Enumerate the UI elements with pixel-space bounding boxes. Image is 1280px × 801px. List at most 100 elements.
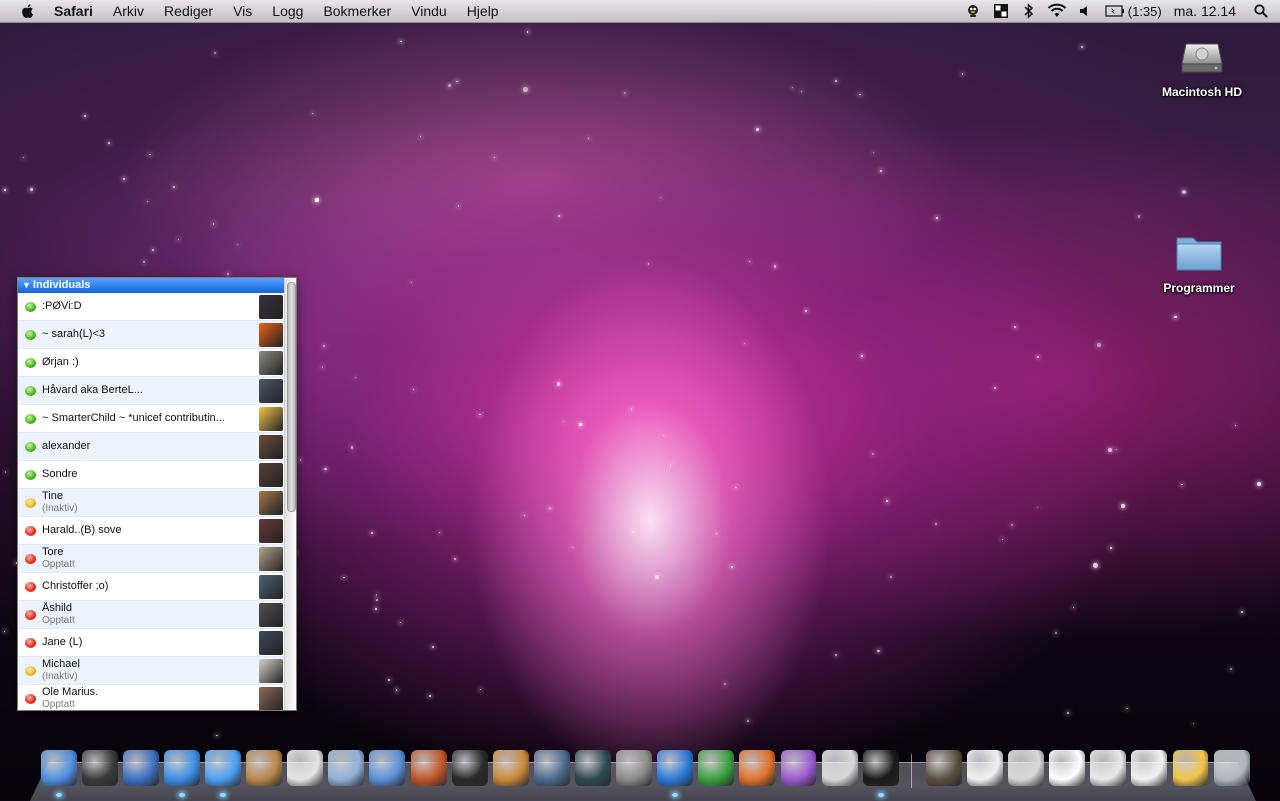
dock-time-machine-icon[interactable] bbox=[575, 750, 611, 786]
spaces-icon[interactable] bbox=[990, 0, 1012, 22]
menu-hjelp[interactable]: Hjelp bbox=[457, 0, 509, 22]
wifi-icon[interactable] bbox=[1046, 0, 1068, 22]
menu-logg[interactable]: Logg bbox=[262, 0, 313, 22]
dock-itunes-icon[interactable] bbox=[369, 750, 406, 786]
dock-ichat-icon[interactable] bbox=[205, 750, 241, 797]
volume-icon[interactable] bbox=[1074, 0, 1096, 22]
adium-duck-icon[interactable] bbox=[962, 0, 984, 22]
star bbox=[453, 557, 456, 560]
star bbox=[1092, 563, 1098, 568]
group-header-individuals[interactable]: ▼ Individuals bbox=[18, 278, 284, 293]
dock-photo-booth-icon[interactable] bbox=[410, 750, 447, 786]
star bbox=[526, 31, 529, 33]
menu-vindu[interactable]: Vindu bbox=[401, 0, 457, 22]
dock-smarterchild-stack-icon[interactable] bbox=[1172, 750, 1209, 786]
dock-garageband-icon[interactable] bbox=[492, 750, 529, 786]
star bbox=[1181, 189, 1187, 195]
star bbox=[748, 261, 750, 263]
menu-bokmerker[interactable]: Bokmerker bbox=[313, 0, 401, 22]
dock-word-icon[interactable] bbox=[657, 750, 694, 797]
buddy-row[interactable]: Ørjan :) bbox=[18, 349, 284, 377]
dock-address-book-icon[interactable] bbox=[246, 750, 283, 786]
dock-entourage-icon[interactable] bbox=[780, 750, 817, 786]
buddy-row[interactable]: ~ SmarterChild ~ *unicef contributin... bbox=[18, 405, 284, 433]
dock-screenshot-document-icon[interactable] bbox=[1090, 750, 1127, 786]
star bbox=[1229, 668, 1232, 671]
bluetooth-icon[interactable] bbox=[1018, 0, 1040, 22]
dock bbox=[38, 744, 1252, 800]
dock-adium-icon[interactable] bbox=[862, 750, 899, 797]
dock-imovie-icon[interactable] bbox=[451, 750, 488, 786]
buddy-row[interactable]: Håvard aka BerteL... bbox=[18, 377, 284, 405]
dock-downloads-stack-icon[interactable] bbox=[925, 750, 962, 786]
buddy-row[interactable]: Ole Marius. Opptatt bbox=[18, 685, 284, 710]
star bbox=[800, 90, 803, 93]
star bbox=[146, 200, 149, 203]
star bbox=[1174, 315, 1177, 318]
buddy-name: Jane (L) bbox=[42, 636, 83, 648]
desktop-icon-label: Macintosh HD bbox=[1161, 85, 1242, 99]
buddy-row[interactable]: Tine (Inaktiv) bbox=[18, 489, 284, 517]
buddy-row[interactable]: Jane (L) bbox=[18, 629, 284, 657]
desktop-icon-macintosh-hd[interactable]: Macintosh HD bbox=[1142, 30, 1262, 99]
battery-status[interactable]: (1:35) bbox=[1105, 4, 1162, 19]
star bbox=[236, 243, 238, 245]
dock-rtf-document-icon[interactable] bbox=[966, 750, 1003, 786]
star bbox=[438, 531, 440, 533]
menu-rediger[interactable]: Rediger bbox=[154, 0, 223, 22]
dock-image-stack-icon[interactable] bbox=[1008, 750, 1044, 786]
dock-textedit-icon[interactable] bbox=[821, 750, 858, 786]
dock-powerpoint-icon[interactable] bbox=[739, 750, 776, 786]
battery-icon bbox=[1105, 5, 1124, 17]
dock-dashboard-icon[interactable] bbox=[81, 750, 118, 786]
buddy-row[interactable]: :PØVi:D bbox=[18, 293, 284, 321]
star bbox=[431, 645, 434, 648]
buddy-avatar bbox=[259, 687, 283, 710]
dock-ical-icon[interactable] bbox=[287, 750, 324, 786]
buddy-name: Tine bbox=[42, 490, 63, 502]
buddy-row[interactable]: Sondre bbox=[18, 461, 284, 489]
dock-spaces-icon[interactable] bbox=[533, 750, 570, 786]
star bbox=[355, 376, 357, 378]
dock-mail-icon[interactable] bbox=[122, 750, 159, 786]
scrollbar-thumb[interactable] bbox=[287, 282, 296, 512]
menu-clock[interactable]: ma. 12.14 bbox=[1174, 3, 1236, 19]
menu-app-name[interactable]: Safari bbox=[48, 0, 103, 22]
star bbox=[1037, 506, 1039, 508]
star bbox=[315, 198, 320, 203]
status-dot-icon bbox=[25, 666, 36, 676]
dock-word-document-icon[interactable] bbox=[1049, 750, 1086, 786]
desktop-icon-programmer[interactable]: Programmer bbox=[1139, 230, 1259, 295]
buddy-row[interactable]: alexander bbox=[18, 433, 284, 461]
buddy-row[interactable]: Harald..(B) sove bbox=[18, 517, 284, 545]
star bbox=[743, 342, 746, 345]
folder-icon bbox=[1176, 237, 1222, 271]
dock-safari-icon[interactable] bbox=[163, 750, 200, 797]
buddy-row[interactable]: Christoffer ;o) bbox=[18, 573, 284, 601]
dock-finder-icon[interactable] bbox=[40, 750, 77, 797]
buddy-row[interactable]: ~ sarah(L)<3 bbox=[18, 321, 284, 349]
dock-trash-icon[interactable] bbox=[1213, 750, 1250, 786]
buddy-row[interactable]: Åshild Opptatt bbox=[18, 601, 284, 629]
star bbox=[1067, 711, 1070, 714]
dock-iphoto-icon[interactable] bbox=[328, 750, 365, 786]
menu-vis[interactable]: Vis bbox=[223, 0, 262, 22]
buddy-list-scrollbar[interactable] bbox=[284, 278, 296, 710]
apple-icon[interactable] bbox=[20, 3, 36, 19]
dock-window-document-icon[interactable] bbox=[1131, 750, 1168, 786]
star bbox=[859, 93, 862, 96]
star bbox=[324, 467, 327, 471]
dock-system-preferences-icon[interactable] bbox=[616, 750, 653, 786]
menu-arkiv[interactable]: Arkiv bbox=[103, 0, 154, 22]
buddy-row[interactable]: Tore Opptatt bbox=[18, 545, 284, 573]
buddy-name: Tore bbox=[42, 546, 64, 558]
spotlight-icon[interactable] bbox=[1250, 0, 1272, 22]
buddy-row[interactable]: Michael (Inaktiv) bbox=[18, 657, 284, 685]
star bbox=[1110, 547, 1113, 549]
dock-excel-icon[interactable] bbox=[698, 750, 735, 786]
running-indicator bbox=[220, 793, 227, 797]
disclosure-triangle-icon[interactable]: ▼ bbox=[22, 278, 31, 293]
star bbox=[375, 594, 378, 596]
buddy-list-window: ▼ Individuals :PØVi:D ~ sarah(L)<3 Ørjan :)… bbox=[17, 277, 297, 711]
buddy-name: Sondre bbox=[42, 468, 78, 480]
